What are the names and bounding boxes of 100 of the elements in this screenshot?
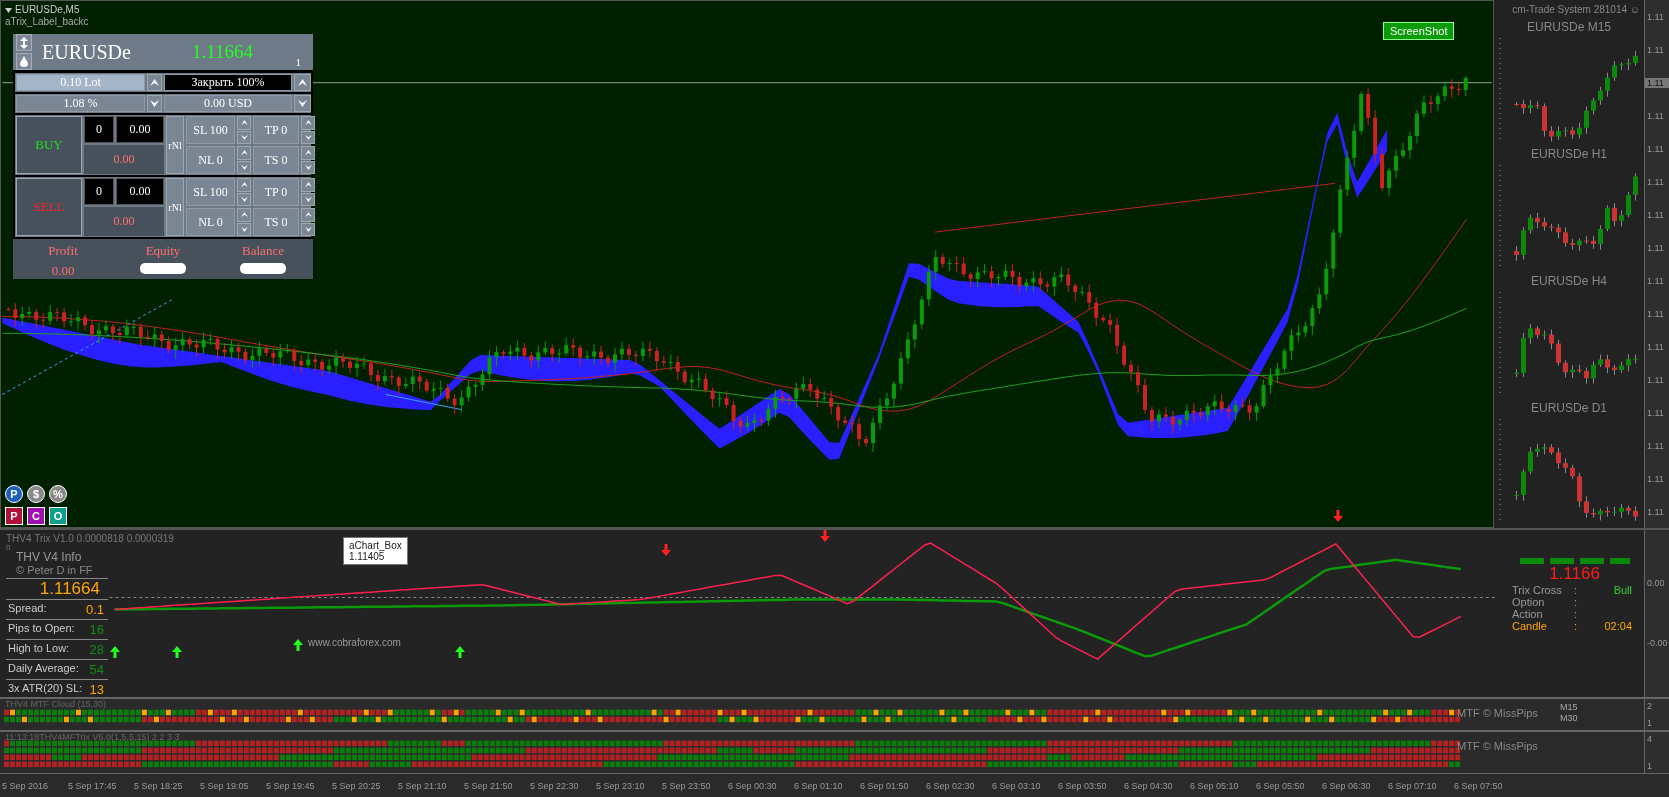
quick-button[interactable]: O — [49, 507, 67, 525]
level-field[interactable]: NL 0 — [186, 208, 235, 236]
level-field[interactable]: SL 100 — [186, 116, 235, 144]
volume-field[interactable]: 0.00 — [116, 178, 164, 205]
close-percent-field[interactable]: Закрыть 100% — [164, 74, 292, 91]
current-price: 1.11664 — [192, 41, 254, 63]
level-field[interactable]: TS 0 — [253, 146, 299, 174]
chevron-down-icon — [150, 100, 159, 107]
decrease-button[interactable] — [237, 130, 251, 144]
time-label: 6 Sep 01:10 — [793, 780, 844, 791]
increase-button[interactable] — [237, 116, 251, 130]
increase-button[interactable] — [147, 74, 162, 91]
decrease-button[interactable] — [301, 222, 315, 236]
mode-button[interactable]: rNl — [166, 116, 184, 174]
quick-button[interactable]: C — [27, 507, 45, 525]
chevron-up-icon — [304, 182, 312, 188]
level-field[interactable]: SL 100 — [186, 178, 235, 206]
decrease-button[interactable] — [301, 160, 315, 174]
time-label: 6 Sep 07:50 — [1453, 780, 1504, 791]
quick-button[interactable]: % — [49, 485, 67, 503]
lot-field[interactable]: 0.10 Lot — [16, 74, 145, 91]
decrease-button[interactable] — [237, 222, 251, 236]
time-label: 6 Sep 03:10 — [991, 780, 1042, 791]
price-label: 1.11 — [1646, 473, 1665, 484]
info-price: 1.11664 — [6, 579, 108, 600]
count-field[interactable]: 0 — [84, 116, 114, 143]
price-label: 1.11 — [1646, 11, 1665, 22]
risk-field[interactable]: 1.08 % — [16, 95, 145, 112]
quick-button[interactable]: P — [5, 485, 23, 503]
level-field[interactable]: TS 0 — [253, 208, 299, 236]
chevron-down-icon — [240, 226, 248, 232]
info-label: Daily Average: — [8, 662, 79, 676]
level-label: 0 — [6, 543, 11, 552]
mini-chart-title: EURUSDe M15 — [1527, 20, 1612, 34]
up-arrow-icon — [110, 646, 120, 658]
axis-label: 1 — [1646, 761, 1654, 772]
signal-label: Option — [1512, 596, 1546, 608]
price-label: 1.11 — [1646, 44, 1665, 55]
price-label: 1.11 — [1646, 143, 1665, 154]
increase-button[interactable] — [237, 178, 251, 192]
price-label: 1.11 — [1646, 110, 1665, 121]
site-label: www.cobraforex.com — [308, 637, 401, 648]
increase-button[interactable] — [301, 178, 315, 192]
level-field[interactable]: NL 0 — [186, 146, 235, 174]
mode-button[interactable]: rNl — [166, 178, 184, 236]
decrease-button[interactable] — [301, 192, 315, 206]
chart-symbol-label: EURUSDe,M5 — [15, 4, 80, 16]
info-label: Pips to Open: — [8, 622, 75, 636]
drop-button[interactable] — [16, 53, 32, 70]
time-label: 6 Sep 05:10 — [1189, 780, 1240, 791]
indicator-title: THV4 Trix V1.0 0.0000818 0.0000319 — [6, 533, 174, 544]
screenshot-button[interactable]: ScreenShot — [1383, 22, 1455, 40]
time-label: 6 Sep 04:30 — [1123, 780, 1174, 791]
amount-field[interactable]: 0.00 USD — [164, 95, 292, 112]
axis-label: -0.00 — [1646, 638, 1669, 649]
level-field[interactable]: TP 0 — [253, 116, 299, 144]
chevron-up-icon — [298, 79, 307, 86]
volume-field[interactable]: 0.00 — [116, 116, 164, 143]
info-value: 16 — [89, 622, 104, 637]
decrease-button[interactable] — [301, 130, 315, 144]
down-arrow-icon — [661, 544, 671, 556]
up-down-arrows-icon — [19, 36, 29, 49]
quick-button[interactable]: $ — [27, 485, 45, 503]
info-label: 3x ATR(20) SL: — [8, 682, 83, 696]
profit-value: 0.00 — [84, 145, 164, 174]
decrease-button[interactable] — [147, 95, 162, 112]
increase-button[interactable] — [237, 146, 251, 160]
count-field[interactable]: 0 — [84, 178, 114, 205]
decrease-button[interactable] — [294, 95, 311, 112]
arrows-button[interactable] — [16, 34, 32, 51]
separator-label: : — [1574, 584, 1579, 596]
counter-label: 1 — [295, 56, 301, 68]
time-label: 6 Sep 03:50 — [1057, 780, 1108, 791]
increase-button[interactable] — [301, 208, 315, 222]
price-label: 1.11 — [1646, 308, 1665, 319]
increase-button[interactable] — [301, 116, 315, 130]
quick-button[interactable]: P — [5, 507, 23, 525]
chevron-up-icon — [304, 212, 312, 218]
chevron-down-icon — [304, 164, 312, 170]
mini-chart-title: EURUSDe D1 — [1531, 401, 1608, 415]
info-label: Spread: — [8, 602, 47, 616]
decrease-button[interactable] — [237, 192, 251, 206]
increase-button[interactable] — [237, 208, 251, 222]
signal-price: 1.1166 — [1549, 564, 1600, 584]
chevron-down-icon — [304, 226, 312, 232]
order-button[interactable]: SELL — [16, 178, 82, 236]
mini-chart-title: EURUSDe H4 — [1531, 274, 1608, 288]
increase-button[interactable] — [294, 74, 311, 91]
price-label: 1.11 — [1646, 341, 1665, 352]
time-label: 6 Sep 02:30 — [925, 780, 976, 791]
order-button[interactable]: BUY — [16, 116, 82, 174]
increase-button[interactable] — [301, 146, 315, 160]
price-label: 1.11 — [1646, 440, 1665, 451]
time-label: 5 Sep 19:45 — [265, 780, 316, 791]
timeframe-label: M15 — [1560, 701, 1578, 713]
level-field[interactable]: TP 0 — [253, 178, 299, 206]
pane-credit: MTF © MissPips — [1457, 740, 1538, 753]
time-label: 5 Sep 17:45 — [67, 780, 118, 791]
time-label: 5 Sep 23:50 — [661, 780, 712, 791]
decrease-button[interactable] — [237, 160, 251, 174]
